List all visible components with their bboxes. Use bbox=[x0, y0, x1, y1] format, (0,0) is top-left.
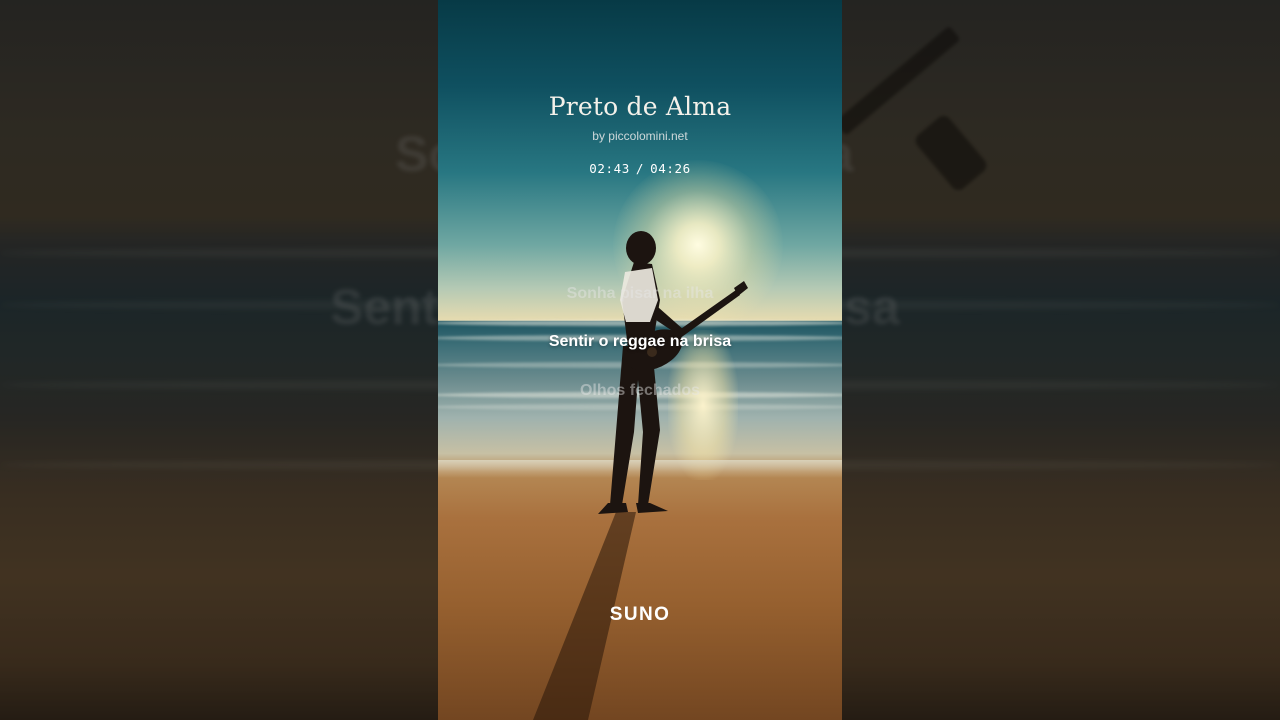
video-panel: Preto de Alma by piccolomini.net 02:43/0… bbox=[438, 0, 842, 720]
background-guitar-neck bbox=[834, 25, 961, 136]
current-time: 02:43 bbox=[589, 161, 630, 176]
lyric-next-line: Olhos fechados bbox=[579, 382, 701, 399]
time-separator: / bbox=[635, 161, 645, 176]
playback-time: 02:43 / 04:26 bbox=[438, 161, 842, 176]
artist-credit: by piccolomini.net bbox=[592, 129, 688, 143]
total-time: 04:26 bbox=[650, 161, 691, 176]
lyric-current-line: Sentir o reggae na brisa bbox=[548, 333, 732, 350]
suno-logo: SUNO bbox=[609, 604, 671, 625]
song-title: Preto de Alma bbox=[548, 92, 732, 121]
background-guitar-head bbox=[912, 112, 990, 194]
lyric-previous-line: Sonha pisar na ilha bbox=[566, 285, 714, 302]
